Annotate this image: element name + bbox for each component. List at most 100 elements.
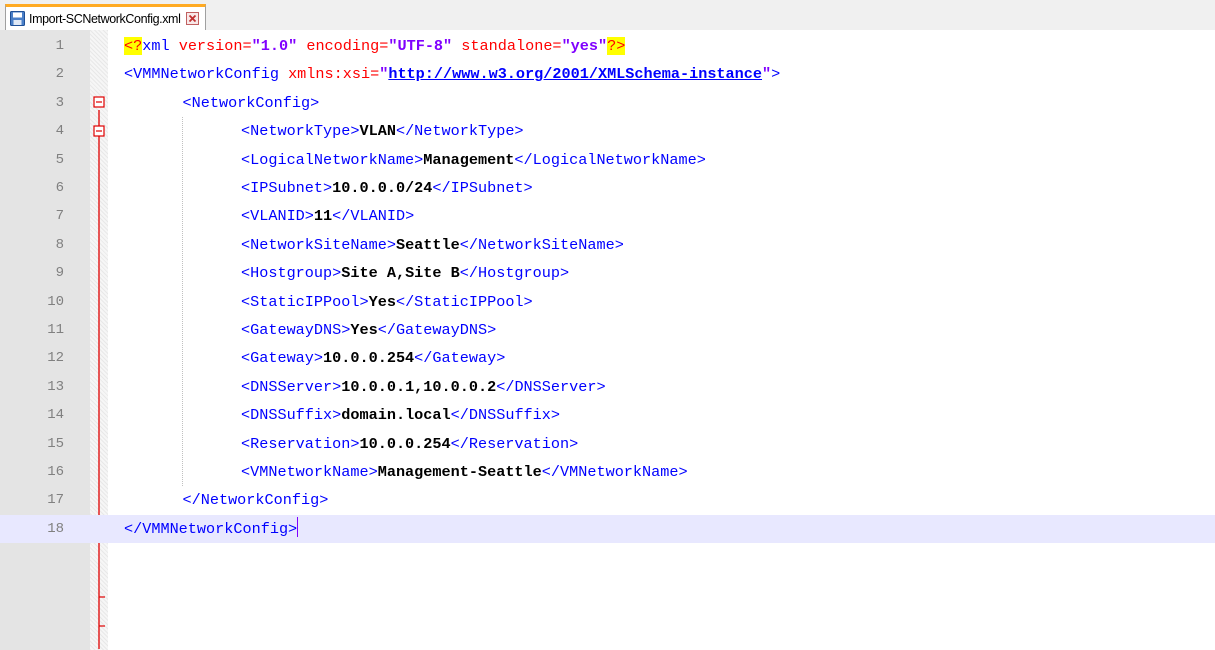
tab-label: Import-SCNetworkConfig.xml [29, 11, 181, 26]
code-token: Yes [350, 321, 378, 339]
code-text: <VLANID>11</VLANID> [241, 202, 414, 230]
code-token: <Reservation> [241, 434, 360, 453]
code-token: </GatewayDNS> [377, 321, 497, 339]
line-number: 1 [55, 38, 64, 54]
code-token: Management-Seattle [377, 463, 542, 481]
code-text: <Gateway>10.0.0.254</Gateway> [241, 344, 505, 372]
code-token: <VLANID> [241, 207, 314, 226]
line-number: 2 [55, 66, 64, 83]
code-text: <IPSubnet>10.0.0.0/24</IPSubnet> [241, 174, 533, 202]
code-token: <Gateway> [241, 349, 324, 368]
close-icon[interactable] [186, 12, 200, 25]
line-number: 8 [55, 236, 64, 253]
code-token: 11 [313, 207, 333, 226]
code-token: </IPSubnet> [432, 179, 533, 197]
code-token: </DNSServer> [496, 377, 606, 396]
code-token: 10.0.0.254 [359, 434, 451, 453]
code-line[interactable]: 17 </NetworkConfig> [0, 486, 1215, 514]
code-token: standalone= [461, 37, 562, 55]
code-text: <NetworkType>VLAN</NetworkType> [241, 117, 524, 145]
code-token: " [762, 65, 772, 84]
code-text: <VMNetworkName>Management-Seattle</VMNet… [241, 458, 688, 486]
line-number: 7 [55, 208, 64, 225]
tab-import-scnetworkconfig[interactable]: Import-SCNetworkConfig.xml [5, 4, 207, 30]
code-text: <NetworkSiteName>Seattle</NetworkSiteNam… [241, 231, 624, 259]
code-token: <NetworkSiteName> [241, 235, 396, 254]
code-token: <NetworkType> [241, 122, 360, 141]
line-number: 13 [47, 378, 64, 395]
code-token: </LogicalNetworkName> [514, 150, 706, 169]
code-token: </Gateway> [414, 349, 506, 368]
line-number: 3 [55, 94, 64, 111]
line-number: 17 [47, 492, 64, 509]
code-token: "1.0" [251, 37, 298, 55]
code-token: </Hostgroup> [459, 264, 570, 283]
code-token: </Reservation> [450, 434, 579, 453]
code-token: " [379, 65, 389, 84]
code-token: xml [142, 37, 179, 55]
code-token: <? [124, 37, 143, 55]
code-token: "UTF-8" [388, 37, 453, 55]
code-token: <VMMNetworkConfig [124, 65, 289, 84]
line-number: 10 [47, 293, 64, 310]
code-token: </DNSSuffix> [450, 406, 561, 425]
code-line[interactable]: 3 <NetworkConfig> [0, 89, 1215, 117]
line-number: 14 [47, 407, 64, 424]
tab-bar: Import-SCNetworkConfig.xml [0, 0, 1215, 31]
namespace-link[interactable]: http://www.w3.org/2001/XMLSchema-instanc… [388, 65, 762, 83]
code-text: </NetworkConfig> [183, 486, 329, 514]
code-token: Yes [368, 292, 396, 311]
save-disk-icon [10, 11, 25, 26]
code-token: 10.0.0.254 [323, 349, 415, 368]
line-number: 12 [47, 350, 64, 367]
code-token: domain.local [341, 406, 451, 425]
code-token: > [771, 65, 781, 84]
code-token: </NetworkSiteName> [459, 235, 624, 254]
code-token: VLAN [359, 122, 396, 141]
code-text: <?xml version="1.0" encoding="UTF-8" sta… [124, 32, 626, 60]
code-text: <DNSServer>10.0.0.1,10.0.0.2</DNSServer> [241, 373, 606, 401]
line-number: 4 [55, 123, 64, 140]
code-line[interactable]: 1 <?xml version="1.0" encoding="UTF-8" st… [0, 32, 1215, 60]
code-text: <NetworkConfig> [183, 89, 320, 117]
code-line[interactable]: 2 <VMMNetworkConfig xmlns:xsi="http://www… [0, 60, 1215, 88]
code-token: xmlns:xsi= [288, 65, 380, 84]
code-token: <DNSServer> [241, 377, 342, 396]
line-number: 5 [55, 151, 64, 168]
code-token: 10.0.0.1,10.0.0.2 [341, 377, 497, 396]
code-text: <Hostgroup>Site A,Site B</Hostgroup> [241, 259, 569, 287]
code-token: </VMNetworkName> [541, 463, 688, 481]
code-token: </VMMNetworkConfig> [124, 519, 298, 538]
code-token: <DNSSuffix> [241, 406, 342, 425]
code-token: <IPSubnet> [241, 179, 333, 197]
code-token: </NetworkType> [395, 122, 524, 141]
code-line[interactable]: 18 </VMMNetworkConfig> [0, 514, 1215, 544]
code-text: <VMMNetworkConfig xmlns:xsi="http://www.… [124, 60, 780, 88]
code-token: 10.0.0.0/24 [332, 179, 433, 197]
code-token: Site A,Site B [341, 264, 460, 283]
line-number: 9 [55, 265, 64, 282]
code-text: <LogicalNetworkName>Management</LogicalN… [241, 146, 706, 174]
code-text: <GatewayDNS>Yes</GatewayDNS> [241, 316, 496, 344]
code-token: <LogicalNetworkName> [241, 150, 424, 169]
code-text: </VMMNetworkConfig> [124, 515, 299, 543]
text-caret [297, 516, 299, 537]
code-token: <Hostgroup> [241, 264, 342, 283]
code-token: <GatewayDNS> [241, 321, 351, 339]
code-token: Seattle [395, 235, 460, 254]
code-token: Management [423, 150, 515, 169]
code-token: encoding= [306, 37, 389, 55]
code-token: <NetworkConfig> [182, 93, 320, 112]
code-text: <Reservation>10.0.0.254</Reservation> [241, 430, 578, 458]
code-token: </StaticIPPool> [395, 292, 533, 311]
line-number: 18 [47, 520, 64, 537]
line-number: 11 [47, 322, 64, 338]
code-editor[interactable]: 1 <?xml version="1.0" encoding="UTF-8" st… [0, 30, 1215, 650]
code-token: ?> [607, 37, 626, 55]
code-token: "yes" [561, 37, 608, 55]
code-text: <StaticIPPool>Yes</StaticIPPool> [241, 288, 533, 316]
line-number: 15 [47, 435, 64, 452]
line-number: 6 [55, 180, 64, 196]
